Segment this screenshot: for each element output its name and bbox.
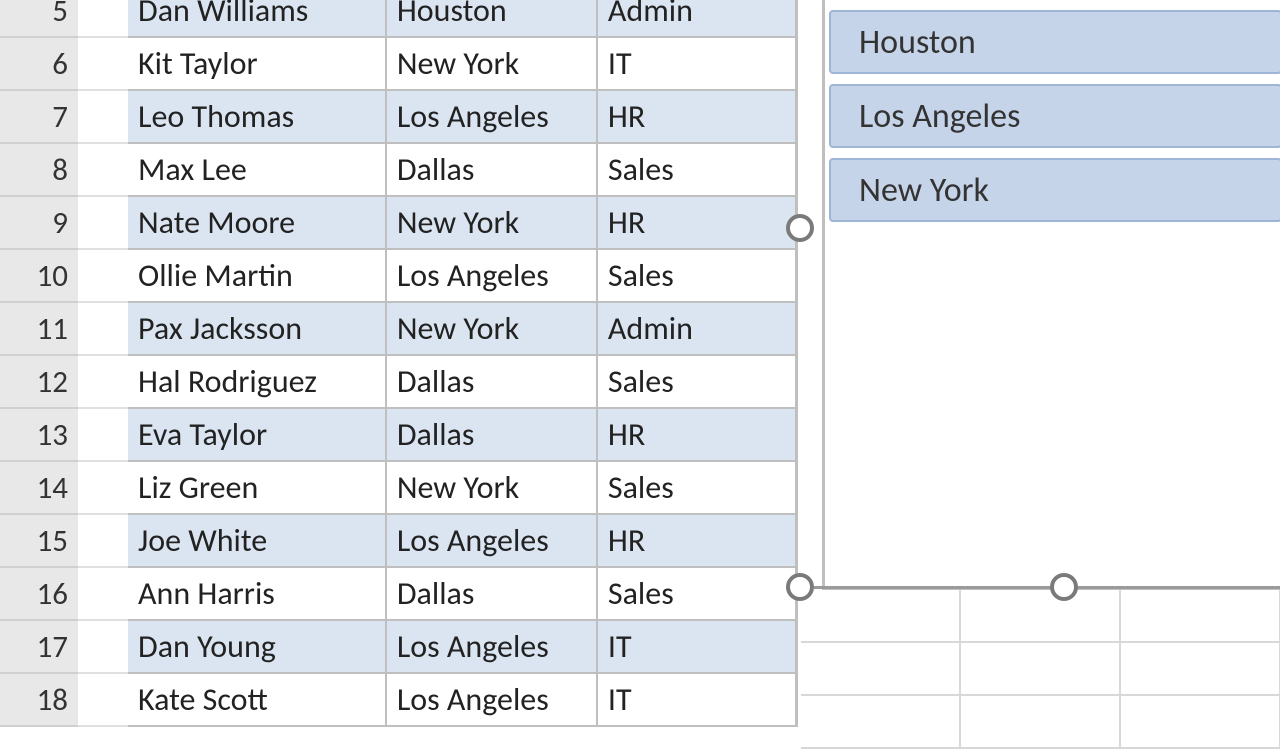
cell-dept[interactable]: IT [598,674,795,725]
row-header[interactable]: 13 [0,409,78,462]
worksheet-cells[interactable] [801,590,1280,749]
cell-dept[interactable]: IT [598,38,795,89]
row-header[interactable]: 15 [0,515,78,568]
cell-name[interactable]: Max Lee [128,144,387,195]
cell-name[interactable]: Kit Taylor [128,38,387,89]
cell-name[interactable]: Eva Taylor [128,409,387,460]
cell-dept[interactable]: Sales [598,356,795,407]
cell-name[interactable]: Liz Green [128,462,387,513]
selection-border [1078,586,1280,589]
cell-name[interactable]: Ann Harris [128,568,387,619]
cell-city[interactable]: Los Angeles [387,621,598,672]
cell-name[interactable]: Kate Scott [128,674,387,725]
row-header[interactable]: 11 [0,303,78,356]
cell-dept[interactable]: Sales [598,568,795,619]
slicer-item[interactable]: Los Angeles [829,84,1280,148]
city-slicer[interactable]: Dallas Houston Los Angeles New York [822,0,1280,590]
cell-dept[interactable]: Sales [598,250,795,301]
table-row[interactable]: Ollie Martin Los Angeles Sales [128,250,795,303]
row-header[interactable]: 16 [0,568,78,621]
cell-name[interactable]: Ollie Martin [128,250,387,301]
table-row[interactable]: Dan Williams Houston Admin [128,0,795,38]
table-row[interactable]: Liz Green New York Sales [128,462,795,515]
table-row[interactable]: Kate Scott Los Angeles IT [128,674,795,727]
selection-handle-icon[interactable] [786,214,814,242]
table-row[interactable]: Hal Rodriguez Dallas Sales [128,356,795,409]
slicer-item[interactable]: Houston [829,10,1280,74]
cell-city[interactable]: Los Angeles [387,250,598,301]
row-header-column: 5 6 7 8 9 10 11 12 13 14 15 16 17 18 [0,0,78,727]
slicer-item[interactable]: New York [829,158,1280,222]
cell-dept[interactable]: HR [598,409,795,460]
row-header[interactable]: 10 [0,250,78,303]
row-header[interactable]: 17 [0,621,78,674]
cell-name[interactable]: Dan Young [128,621,387,672]
cell-city[interactable]: Dallas [387,144,598,195]
cell-city[interactable]: Houston [387,0,598,36]
row-header[interactable]: 7 [0,91,78,144]
cell-name[interactable]: Dan Williams [128,0,387,36]
row-header[interactable]: 12 [0,356,78,409]
cell-dept[interactable]: Admin [598,0,795,36]
row-header[interactable]: 6 [0,38,78,91]
cell-city[interactable]: New York [387,462,598,513]
cell-dept[interactable]: HR [598,197,795,248]
selection-border [814,586,1050,589]
cell-city[interactable]: Dallas [387,409,598,460]
row-header[interactable]: 5 [0,0,78,38]
cell-city[interactable]: New York [387,38,598,89]
cell-dept[interactable]: HR [598,515,795,566]
table-row[interactable]: Leo Thomas Los Angeles HR [128,91,795,144]
row-header[interactable]: 14 [0,462,78,515]
cell-city[interactable]: New York [387,197,598,248]
gutter-column [78,0,128,727]
row-header[interactable]: 9 [0,197,78,250]
cell-dept[interactable]: Admin [598,303,795,354]
cell-dept[interactable]: Sales [598,144,795,195]
cell-city[interactable]: New York [387,303,598,354]
cell-dept[interactable]: Sales [598,462,795,513]
cell-dept[interactable]: HR [598,91,795,142]
table-row[interactable]: Max Lee Dallas Sales [128,144,795,197]
cell-name[interactable]: Nate Moore [128,197,387,248]
cell-city[interactable]: Dallas [387,356,598,407]
table-row[interactable]: Dan Young Los Angeles IT [128,621,795,674]
row-header[interactable]: 8 [0,144,78,197]
selection-handle-icon[interactable] [1050,573,1078,601]
cell-city[interactable]: Los Angeles [387,674,598,725]
cell-name[interactable]: Joe White [128,515,387,566]
table-row[interactable]: Nate Moore New York HR [128,197,795,250]
cell-name[interactable]: Leo Thomas [128,91,387,142]
cell-dept[interactable]: IT [598,621,795,672]
selection-handle-icon[interactable] [786,573,814,601]
cell-name[interactable]: Pax Jacksson [128,303,387,354]
cell-city[interactable]: Los Angeles [387,515,598,566]
table-row[interactable]: Pax Jacksson New York Admin [128,303,795,356]
cell-name[interactable]: Hal Rodriguez [128,356,387,407]
cell-city[interactable]: Los Angeles [387,91,598,142]
table-row[interactable]: Eva Taylor Dallas HR [128,409,795,462]
cell-city[interactable]: Dallas [387,568,598,619]
table-row[interactable]: Joe White Los Angeles HR [128,515,795,568]
data-table[interactable]: Dan Williams Houston Admin Kit Taylor Ne… [128,0,798,727]
table-row[interactable]: Ann Harris Dallas Sales [128,568,795,621]
table-row[interactable]: Kit Taylor New York IT [128,38,795,91]
row-header[interactable]: 18 [0,674,78,727]
